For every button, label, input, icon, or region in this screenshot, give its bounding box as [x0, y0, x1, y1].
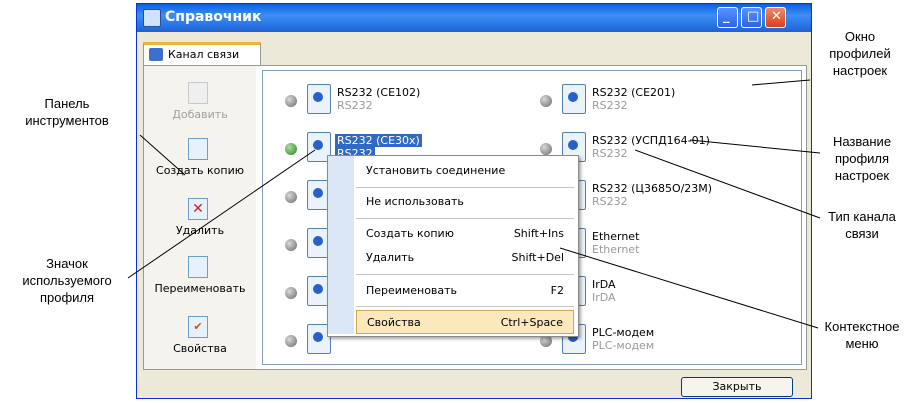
- callout-line: [689, 139, 821, 154]
- callout-line: [751, 79, 811, 86]
- callout-line: [634, 149, 821, 219]
- callout-line: [127, 149, 316, 279]
- callout-line: [139, 134, 186, 176]
- callout-lines: [127, 79, 821, 329]
- callout-line: [559, 247, 819, 329]
